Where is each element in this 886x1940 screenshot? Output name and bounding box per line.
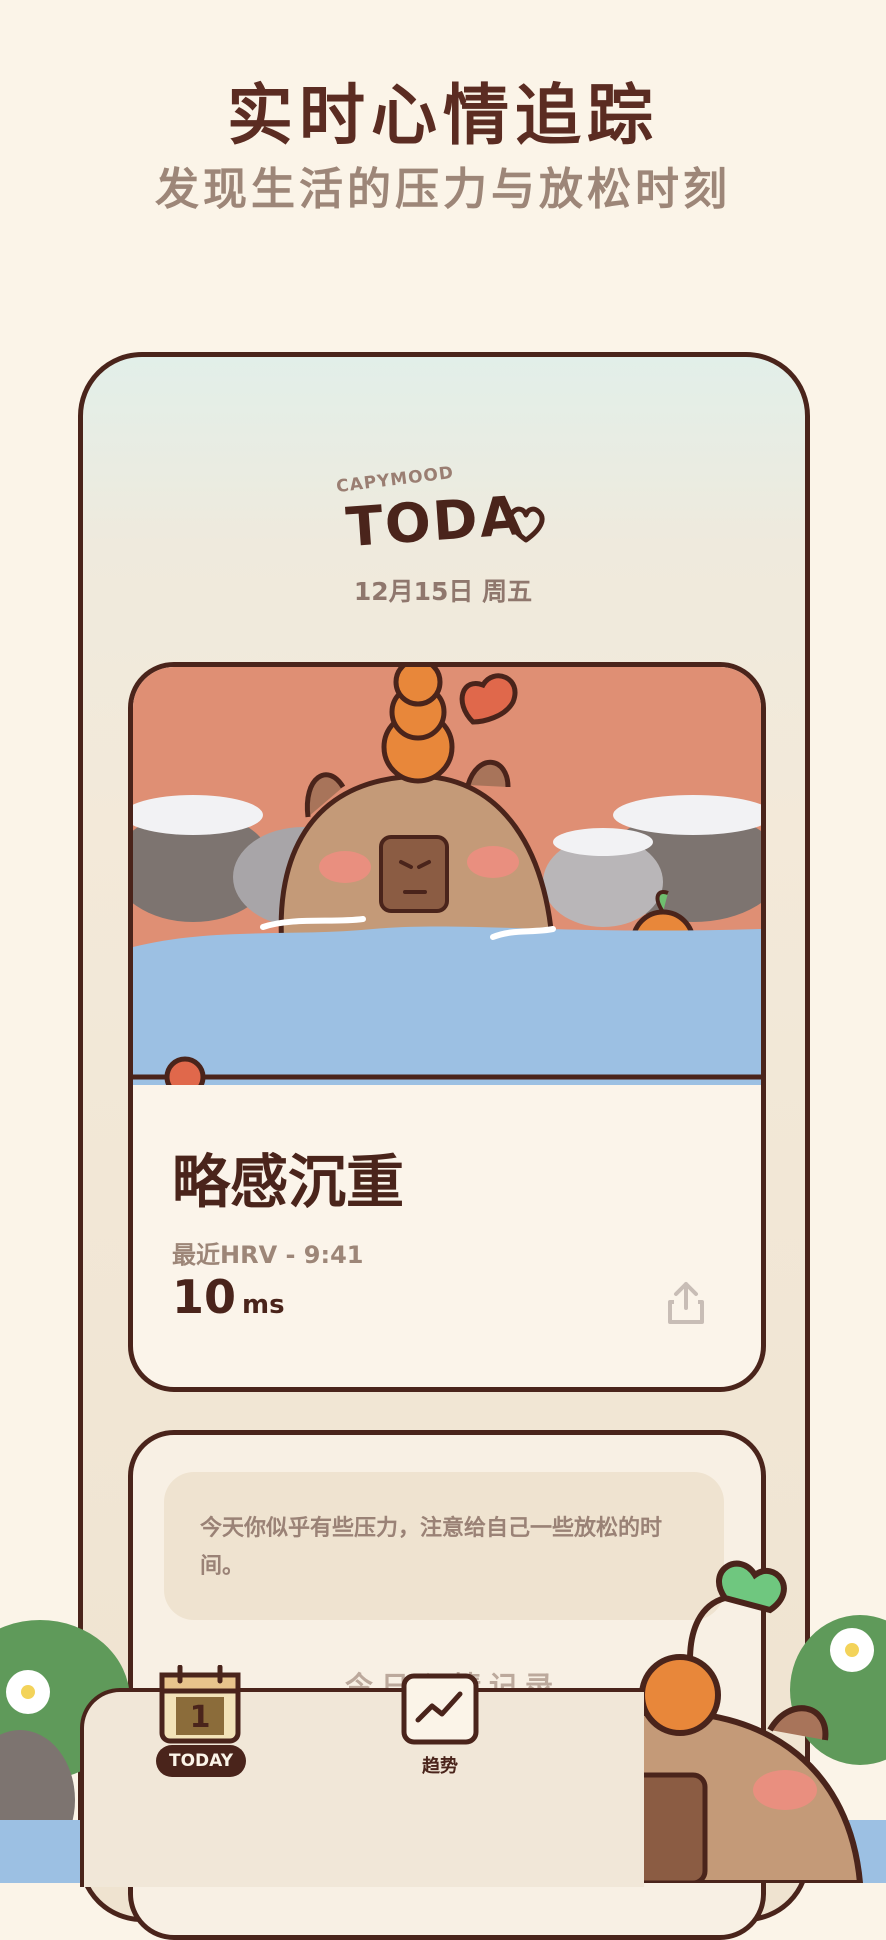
capybara-hot-spring-illustration bbox=[133, 667, 761, 1085]
subheadline: 发现生活的压力与放松时刻 bbox=[155, 164, 731, 215]
brand-logo: TODA bbox=[344, 483, 526, 560]
mood-title: 略感沉重 bbox=[172, 1148, 405, 1216]
tip-message: 今天你似乎有些压力，注意给自己一些放松的时间。 bbox=[200, 1516, 663, 1579]
hrv-unit: ms bbox=[242, 1290, 285, 1320]
share-icon[interactable] bbox=[664, 1278, 708, 1326]
tab-today[interactable]: TODAY bbox=[156, 1745, 246, 1777]
date-label: 12月15日 周五 bbox=[353, 577, 533, 606]
hrv-number: 10 bbox=[172, 1270, 237, 1324]
hrv-label: 最近HRV - 9:41 bbox=[172, 1241, 364, 1269]
calendar-icon[interactable]: 1 bbox=[158, 1665, 242, 1745]
hrv-value: 10 ms bbox=[172, 1270, 285, 1324]
today-number: 1 bbox=[190, 1700, 211, 1735]
heart-icon bbox=[507, 506, 545, 543]
trend-chart-icon[interactable] bbox=[400, 1668, 480, 1748]
headline: 实时心情追踪 bbox=[227, 77, 659, 154]
tab-trend[interactable]: 趋势 bbox=[410, 1752, 470, 1778]
